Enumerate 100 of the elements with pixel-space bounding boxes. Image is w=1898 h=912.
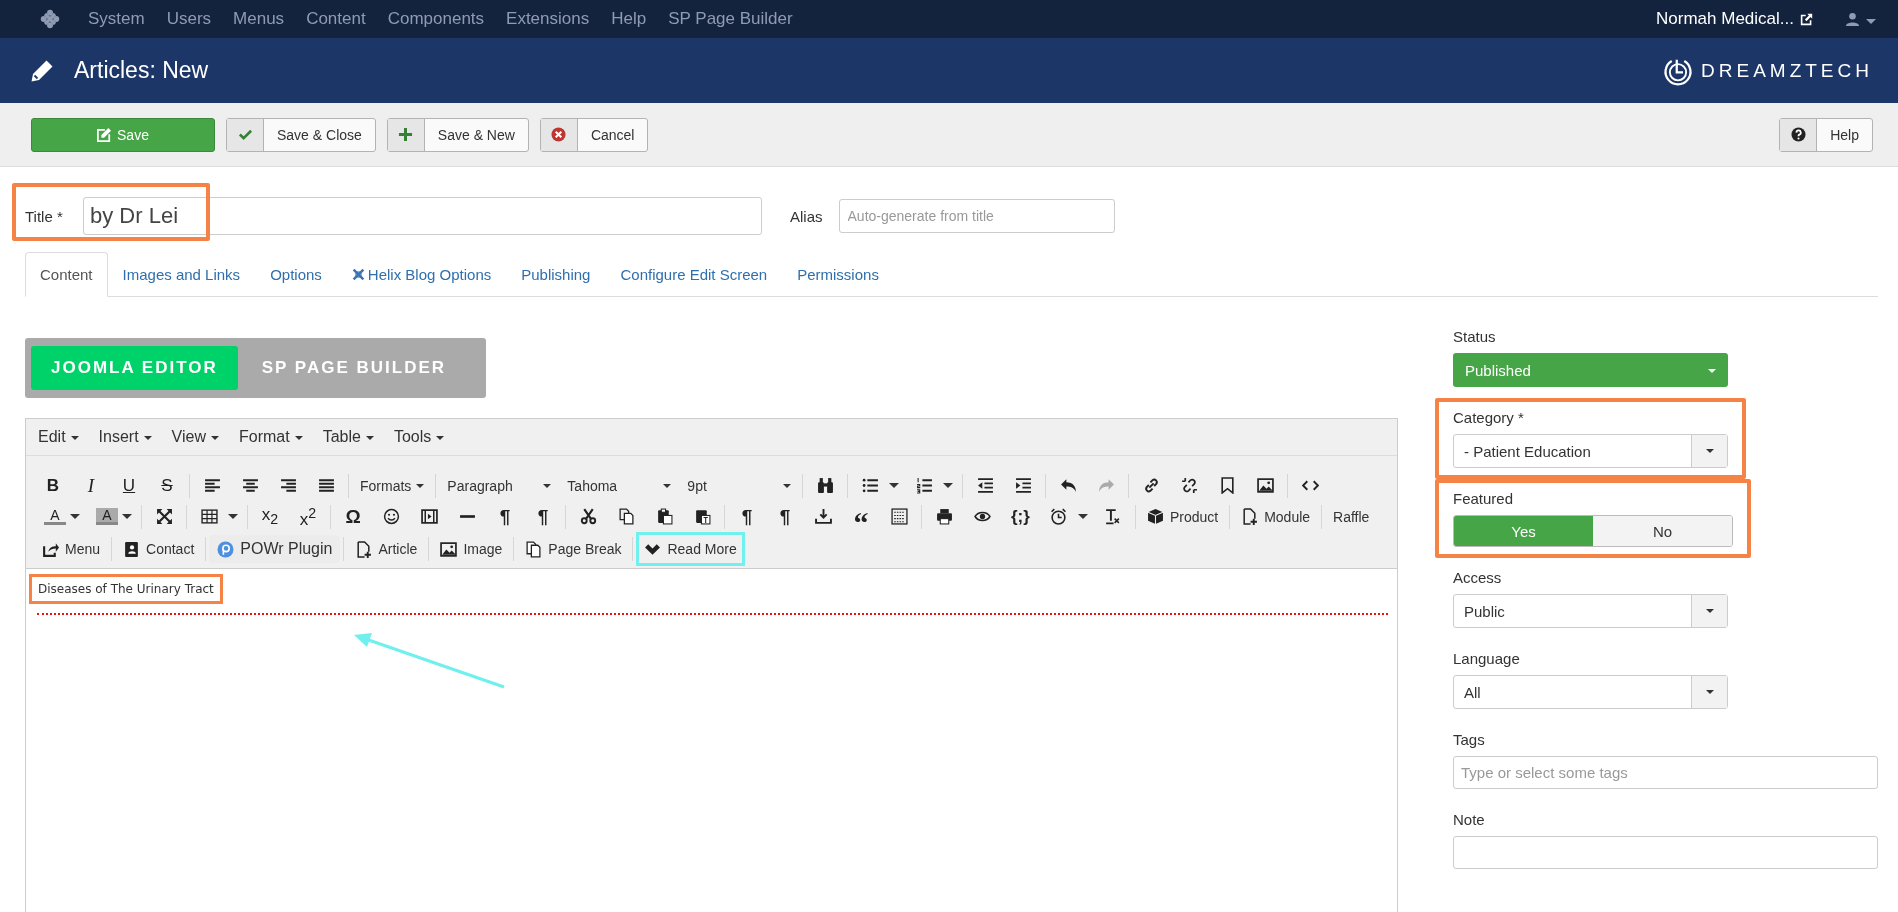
undo-icon[interactable] bbox=[1059, 477, 1077, 494]
scissors-icon[interactable] bbox=[579, 508, 597, 525]
template-icon[interactable] bbox=[890, 508, 908, 525]
visualblocks-button[interactable]: ¶ bbox=[776, 507, 794, 526]
clock-icon[interactable] bbox=[1050, 508, 1068, 525]
nav-menu-item[interactable]: System bbox=[88, 9, 145, 29]
toolbar-button[interactable]: Module bbox=[1233, 502, 1319, 531]
bg-color-button[interactable]: A bbox=[96, 508, 118, 525]
italic-button[interactable]: I bbox=[82, 476, 100, 495]
editor-menu-item[interactable]: Table bbox=[322, 428, 374, 446]
film-icon[interactable] bbox=[420, 508, 438, 525]
indent-icon[interactable] bbox=[1014, 477, 1032, 494]
toolbar-button[interactable]: Read More bbox=[636, 532, 745, 566]
link-icon[interactable] bbox=[1142, 477, 1160, 494]
paste-icon[interactable] bbox=[655, 508, 673, 525]
ltr-button[interactable]: ¶ bbox=[496, 507, 514, 526]
toolbar-button[interactable]: Product bbox=[1138, 502, 1227, 531]
toolbar-button[interactable]: POWr Plugin bbox=[209, 535, 341, 563]
insert-icon[interactable] bbox=[814, 508, 832, 525]
alias-input[interactable]: Auto-generate from title bbox=[838, 199, 1115, 233]
editor-menu-item[interactable]: Insert bbox=[98, 428, 152, 446]
tab[interactable]: Content bbox=[25, 252, 108, 297]
underline-button[interactable]: U bbox=[120, 477, 138, 494]
tab[interactable]: Options bbox=[255, 252, 337, 297]
toolbar-dropdown[interactable]: Paragraph bbox=[439, 473, 560, 498]
save-close-button[interactable]: Save & Close bbox=[226, 117, 376, 152]
unlink-icon[interactable] bbox=[1180, 477, 1198, 494]
quote-button[interactable]: “ bbox=[852, 507, 870, 526]
text-input[interactable]: Type or select some tags bbox=[1453, 756, 1878, 789]
editor-menu-item[interactable]: Format bbox=[239, 428, 303, 446]
editor-menu-item[interactable]: Edit bbox=[38, 428, 79, 446]
help-button[interactable]: Help bbox=[1779, 117, 1873, 152]
editor-menu-item[interactable]: Tools bbox=[393, 428, 445, 446]
align-right-icon[interactable] bbox=[279, 477, 297, 494]
brand-logo-text: DREAMZTECH bbox=[1701, 59, 1873, 82]
nav-menu-item[interactable]: Components bbox=[387, 9, 485, 29]
paste-text-icon[interactable] bbox=[693, 508, 711, 525]
superscript-button[interactable]: x$^{2}$ bbox=[299, 505, 317, 528]
code-sample-button[interactable]: {;} bbox=[1011, 508, 1030, 525]
toolbar-button[interactable]: Menu bbox=[34, 535, 109, 563]
select-dropdown[interactable]: - Patient Education bbox=[1453, 434, 1728, 468]
toolbar-dropdown[interactable]: Formats bbox=[352, 473, 433, 498]
printer-icon[interactable] bbox=[935, 508, 953, 525]
bookmark-icon[interactable] bbox=[1218, 477, 1236, 494]
tab[interactable]: Publishing bbox=[506, 252, 606, 297]
toolbar-button[interactable]: Image bbox=[432, 535, 511, 563]
copy-icon[interactable] bbox=[617, 508, 635, 525]
bold-button[interactable]: B bbox=[44, 477, 62, 494]
numbered-list-icon[interactable] bbox=[915, 477, 933, 494]
cancel-button[interactable]: Cancel bbox=[539, 117, 649, 152]
toggle-option[interactable]: No bbox=[1593, 516, 1732, 546]
tab[interactable]: Images and Links bbox=[107, 252, 256, 297]
fullscreen-icon[interactable] bbox=[155, 508, 173, 525]
user-icon[interactable] bbox=[1845, 11, 1860, 27]
image-icon[interactable] bbox=[1256, 477, 1274, 494]
editor-menu-item[interactable]: View bbox=[171, 428, 219, 446]
bullet-list-icon[interactable] bbox=[861, 477, 879, 494]
title-label: Title * bbox=[25, 207, 64, 225]
align-justify-icon[interactable] bbox=[317, 477, 335, 494]
select-dropdown[interactable]: Public bbox=[1453, 594, 1728, 628]
tab[interactable]: Permissions bbox=[782, 252, 894, 297]
visualchars-button[interactable]: ¶ bbox=[738, 507, 756, 526]
align-left-icon[interactable] bbox=[203, 477, 221, 494]
align-center-icon[interactable] bbox=[241, 477, 259, 494]
tab[interactable]: Configure Edit Screen bbox=[605, 252, 783, 297]
nav-menu-item[interactable]: Users bbox=[166, 9, 212, 29]
clear-format-icon[interactable] bbox=[1104, 508, 1122, 525]
help-icon bbox=[1790, 127, 1806, 142]
table-icon[interactable] bbox=[200, 508, 218, 525]
title-input[interactable]: by Dr Lei bbox=[83, 197, 762, 235]
close-icon bbox=[551, 127, 567, 142]
nav-menu-item[interactable]: SP Page Builder bbox=[668, 9, 793, 29]
binoculars-icon[interactable] bbox=[816, 477, 834, 494]
select-dropdown[interactable]: All bbox=[1453, 675, 1728, 709]
site-link[interactable]: Normah Medical... bbox=[1656, 9, 1794, 29]
plus-icon bbox=[398, 127, 414, 142]
smiley-icon[interactable] bbox=[382, 508, 400, 525]
toolbar-dropdown[interactable]: Tahoma bbox=[559, 473, 680, 498]
strike-button[interactable]: S bbox=[158, 477, 176, 494]
text-color-button[interactable]: A bbox=[44, 508, 66, 525]
omega-button[interactable]: Ω bbox=[344, 507, 362, 526]
logo-icon[interactable] bbox=[40, 9, 60, 29]
toolbar-button[interactable]: Contact bbox=[115, 535, 203, 563]
alias-label: Alias bbox=[790, 207, 823, 225]
page-title: Articles: New bbox=[74, 57, 209, 84]
tab[interactable]: Helix Blog Options bbox=[336, 252, 507, 297]
toolbar-button[interactable]: Raffle bbox=[1325, 502, 1378, 531]
nav-menu-item[interactable]: Help bbox=[611, 9, 647, 29]
round-logo-icon bbox=[217, 540, 235, 558]
subscript-button[interactable]: x$_{2}$ bbox=[261, 506, 279, 527]
outdent-icon[interactable] bbox=[976, 477, 994, 494]
toolbar-button[interactable]: Page Break bbox=[517, 535, 630, 563]
nav-menu-item[interactable]: Extensions bbox=[506, 9, 590, 29]
nav-menu-item[interactable]: Menus bbox=[233, 9, 285, 29]
save-new-button[interactable]: Save & New bbox=[386, 117, 529, 152]
toolbar-dropdown[interactable]: 9pt bbox=[679, 473, 800, 498]
text-input[interactable] bbox=[1453, 836, 1878, 869]
toolbar-button[interactable]: Article bbox=[347, 535, 426, 563]
rtl-button[interactable]: ¶ bbox=[534, 507, 552, 526]
nav-menu-item[interactable]: Content bbox=[306, 9, 366, 29]
